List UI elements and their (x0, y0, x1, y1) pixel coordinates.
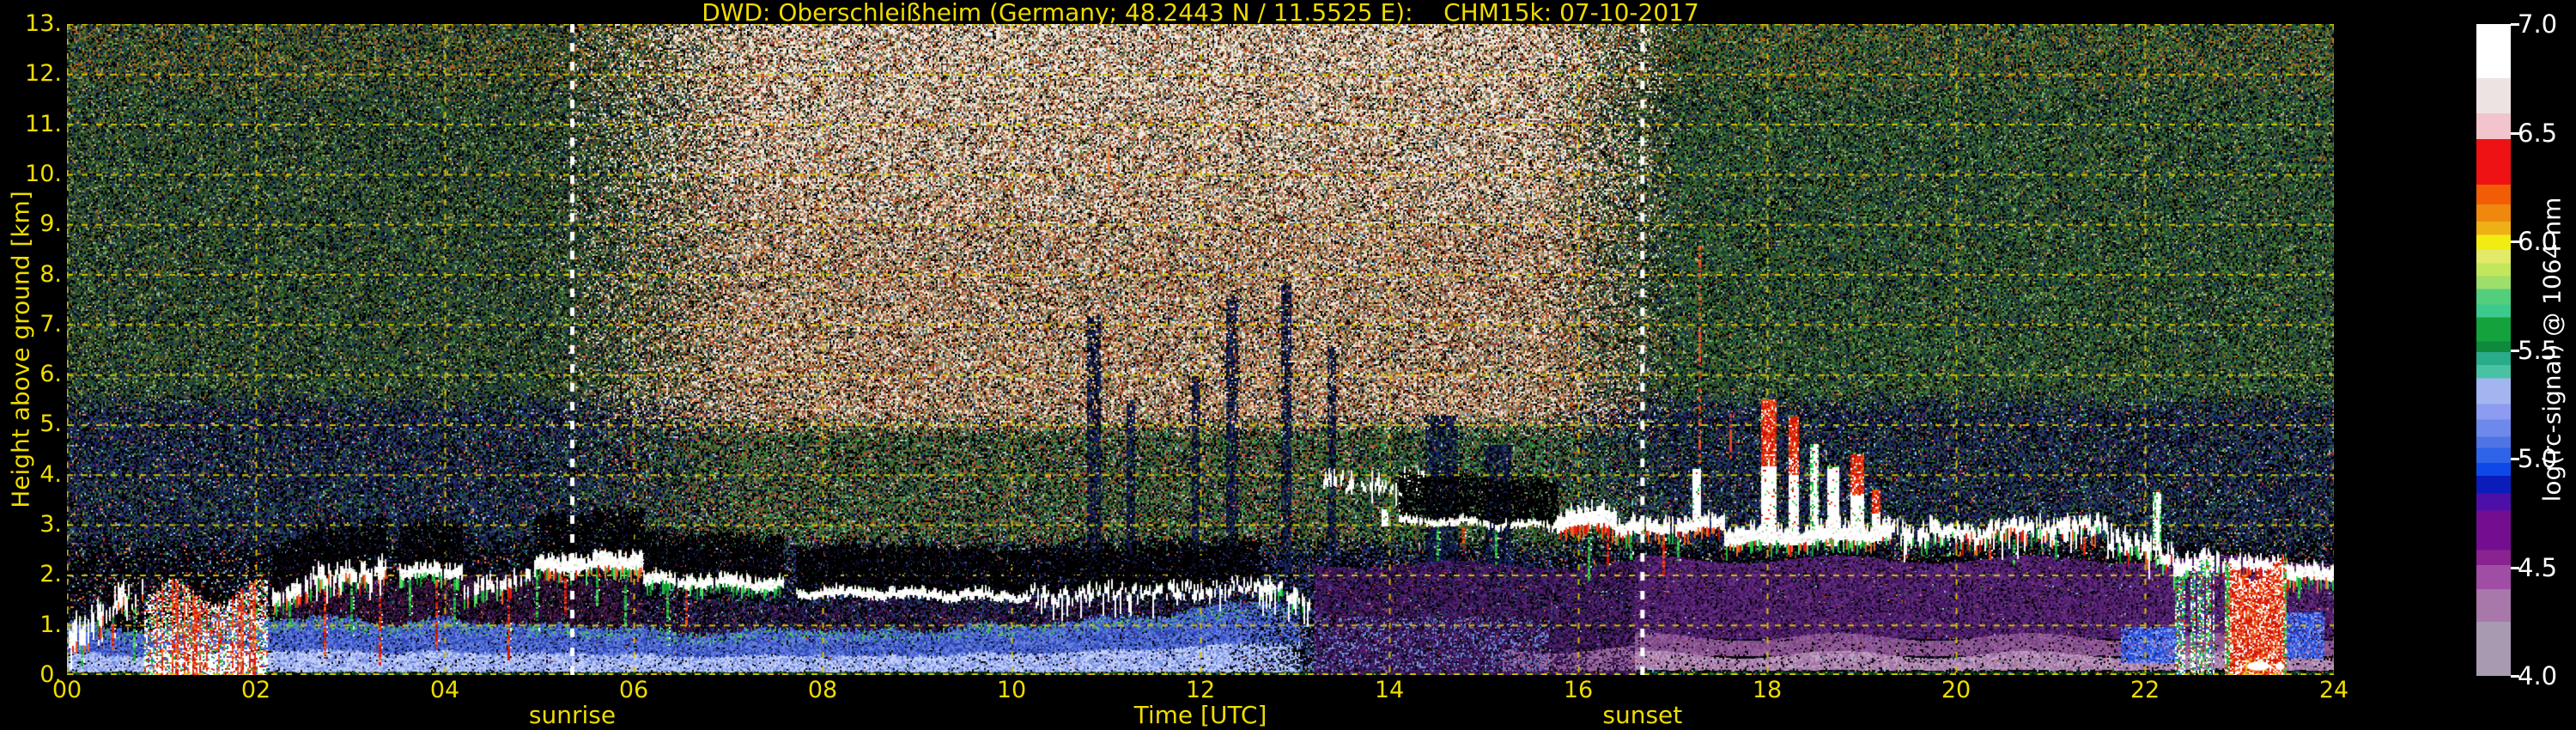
ceilometer-quicklook-figure: DWD: Oberschleißheim (Germany; 48.2443 N… (0, 0, 2576, 730)
x-tick-label: 02 (240, 677, 271, 703)
x-tick-label: 20 (1941, 677, 1971, 703)
x-tick-label: 06 (618, 677, 649, 703)
colorbar-tick-label: 4.0 (2518, 661, 2558, 690)
colorbar-tick-label: 6.5 (2518, 118, 2558, 148)
x-tick-label: 00 (52, 677, 82, 703)
y-axis-label: Height above ground [km] (6, 191, 35, 508)
x-tick-label: 22 (2129, 677, 2160, 703)
x-tick-label: 24 (2318, 677, 2349, 703)
y-tick-label: 10. (25, 160, 62, 187)
colorbar (2476, 24, 2511, 676)
x-tick-label: 12 (1185, 677, 1216, 703)
y-tick-label: 12. (25, 60, 62, 88)
x-tick-label: 14 (1374, 677, 1405, 703)
colorbar-tick-label: 4.5 (2518, 552, 2558, 582)
x-tick-label: 04 (429, 677, 460, 703)
colorbar-tick-label: 7.0 (2518, 9, 2558, 39)
x-axis-label: Time [UTC] (1133, 701, 1267, 729)
page-title: DWD: Oberschleißheim (Germany; 48.2443 N… (702, 0, 1699, 27)
y-tick-label: 11. (25, 110, 62, 137)
y-tick-label: 3. (39, 511, 62, 538)
y-tick-label: 13. (25, 10, 62, 37)
heatmap-canvas (67, 24, 2334, 675)
x-tick-label: 18 (1752, 677, 1783, 703)
x-tick-label: 16 (1563, 677, 1594, 703)
sunrise-label: sunrise (528, 701, 617, 729)
x-tick-label: 08 (807, 677, 838, 703)
y-tick-label: 2. (39, 561, 62, 588)
sunset-label: sunset (1602, 701, 1683, 729)
x-tick-label: 10 (996, 677, 1027, 703)
y-tick-label: 1. (39, 611, 62, 638)
colorbar-label: log(rc-signal) @ 1064 nm (2537, 197, 2567, 502)
